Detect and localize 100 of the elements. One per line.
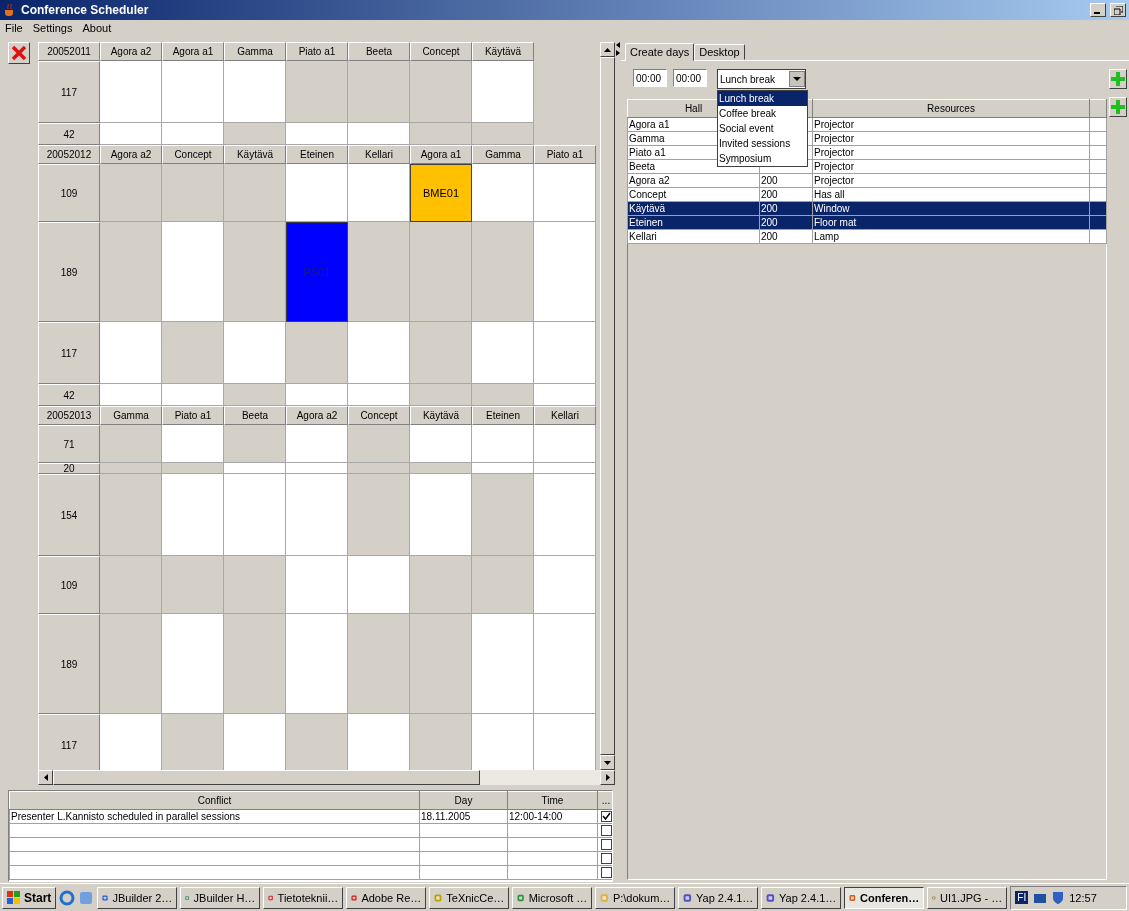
taskbar-button[interactable]: Adobe Re… <box>346 886 427 909</box>
schedule-cell[interactable] <box>224 474 286 556</box>
add-button[interactable] <box>1109 69 1127 89</box>
schedule-cell[interactable] <box>100 384 162 406</box>
restore-button[interactable] <box>1110 3 1126 17</box>
schedule-cell[interactable] <box>224 714 286 770</box>
schedule-cell[interactable] <box>224 222 286 322</box>
schedule-cell[interactable] <box>410 463 472 474</box>
schedule-cell[interactable] <box>162 322 224 384</box>
schedule-cell[interactable] <box>348 123 410 145</box>
schedule-cell[interactable] <box>100 556 162 614</box>
checkbox[interactable] <box>600 825 612 836</box>
schedule-cell[interactable] <box>286 322 348 384</box>
schedule-cell[interactable] <box>224 164 286 222</box>
schedule-cell[interactable] <box>286 425 348 463</box>
taskbar-button[interactable]: TeXnicCe… <box>429 886 510 909</box>
schedule-cell[interactable] <box>410 384 472 406</box>
checkbox[interactable] <box>600 811 612 822</box>
schedule-cell[interactable] <box>410 556 472 614</box>
schedule-cell[interactable] <box>410 61 472 123</box>
checkbox[interactable] <box>600 867 612 878</box>
menu-item[interactable]: Settings <box>31 22 74 34</box>
start-time-field[interactable]: 00:00 <box>633 69 667 87</box>
schedule-cell[interactable] <box>224 463 286 474</box>
schedule-cell[interactable] <box>286 164 348 222</box>
schedule-cell[interactable] <box>472 614 534 714</box>
schedule-cell[interactable] <box>162 123 224 145</box>
taskbar-button[interactable]: JBuilder 2… <box>97 886 178 909</box>
schedule-cell[interactable] <box>100 614 162 714</box>
taskbar-button[interactable]: P:\dokum… <box>595 886 676 909</box>
schedule-cell[interactable] <box>100 425 162 463</box>
schedule-cell[interactable] <box>224 614 286 714</box>
column-header[interactable]: Conflict <box>9 791 420 810</box>
schedule-cell[interactable] <box>162 614 224 714</box>
schedule-cell[interactable] <box>534 164 596 222</box>
left-arrow-icon[interactable] <box>43 774 48 781</box>
schedule-cell[interactable] <box>100 222 162 322</box>
schedule-cell[interactable] <box>286 463 348 474</box>
schedule-cell[interactable] <box>348 556 410 614</box>
checkbox[interactable] <box>600 839 612 850</box>
taskbar-button[interactable]: Tietoteknii… <box>263 886 344 909</box>
dropdown-option[interactable]: Social event <box>718 121 807 136</box>
dropdown-option[interactable]: Symposium <box>718 151 807 166</box>
schedule-cell[interactable] <box>224 556 286 614</box>
schedule-cell[interactable] <box>162 425 224 463</box>
schedule-cell[interactable] <box>224 322 286 384</box>
schedule-cell[interactable] <box>472 61 534 123</box>
schedule-cell[interactable] <box>286 61 348 123</box>
schedule-cell[interactable] <box>534 556 596 614</box>
schedule-cell[interactable] <box>286 614 348 714</box>
schedule-cell[interactable] <box>534 463 596 474</box>
schedule-cell[interactable] <box>472 556 534 614</box>
schedule-cell[interactable] <box>286 474 348 556</box>
schedule-cell[interactable] <box>348 463 410 474</box>
schedule-cell[interactable] <box>472 425 534 463</box>
down-arrow-icon[interactable] <box>604 760 611 765</box>
schedule-cell[interactable] <box>100 714 162 770</box>
tab[interactable]: Create days <box>625 43 695 61</box>
schedule-cell[interactable] <box>100 123 162 145</box>
schedule-cell[interactable] <box>534 425 596 463</box>
tab[interactable]: Desktop <box>694 44 745 60</box>
right-arrow-icon[interactable] <box>605 774 610 781</box>
dropdown-option[interactable]: Invited sessions <box>718 136 807 151</box>
schedule-cell[interactable] <box>472 222 534 322</box>
schedule-cell[interactable] <box>348 322 410 384</box>
desktop-icon[interactable] <box>78 889 95 906</box>
schedule-cell[interactable] <box>348 614 410 714</box>
schedule-cell[interactable] <box>534 384 596 406</box>
horizontal-scrollbar[interactable] <box>38 770 615 785</box>
schedule-cell[interactable] <box>534 474 596 556</box>
schedule-cell[interactable] <box>100 164 162 222</box>
schedule-cell[interactable] <box>348 164 410 222</box>
schedule-cell[interactable] <box>348 714 410 770</box>
delete-button[interactable] <box>8 42 30 64</box>
schedule-cell[interactable] <box>472 474 534 556</box>
schedule-cell[interactable] <box>410 222 472 322</box>
schedule-cell[interactable] <box>224 425 286 463</box>
schedule-cell[interactable] <box>348 222 410 322</box>
schedule-cell[interactable] <box>472 384 534 406</box>
schedule-cell[interactable] <box>348 384 410 406</box>
schedule-cell[interactable] <box>286 556 348 614</box>
session-block[interactable]: BME01 <box>410 164 472 222</box>
schedule-cell[interactable] <box>348 61 410 123</box>
schedule-cell[interactable] <box>162 556 224 614</box>
menu-item[interactable]: File <box>4 22 24 34</box>
schedule-cell[interactable] <box>348 474 410 556</box>
schedule-cell[interactable] <box>100 322 162 384</box>
schedule-cell[interactable] <box>286 384 348 406</box>
add-button[interactable] <box>1109 97 1127 117</box>
schedule-cell[interactable] <box>224 384 286 406</box>
column-header[interactable]: Day <box>419 791 508 810</box>
schedule-cell[interactable] <box>162 164 224 222</box>
schedule-cell[interactable] <box>472 463 534 474</box>
up-arrow-icon[interactable] <box>604 47 611 52</box>
column-header[interactable]: Resources <box>812 99 1090 118</box>
schedule-cell[interactable] <box>100 61 162 123</box>
schedule-cell[interactable] <box>534 322 596 384</box>
schedule-cell[interactable] <box>286 123 348 145</box>
dropdown-option[interactable]: Lunch break <box>718 91 807 106</box>
schedule-cell[interactable] <box>472 714 534 770</box>
